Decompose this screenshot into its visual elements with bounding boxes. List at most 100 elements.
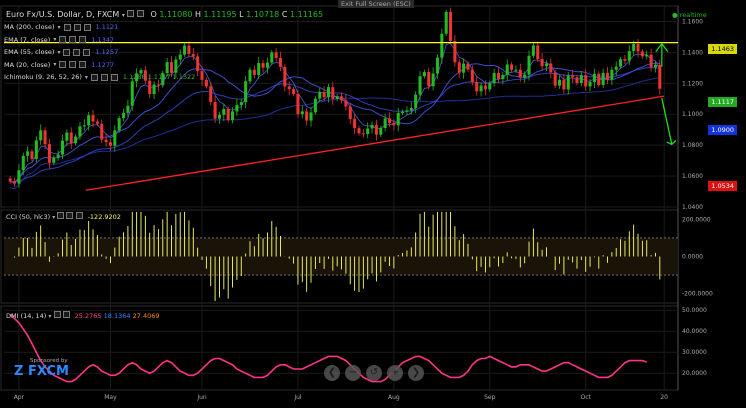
- ohlc-o-value: 1.11080: [159, 10, 193, 19]
- indicator-box-icon[interactable]: [63, 48, 71, 56]
- candle-body: [383, 118, 387, 128]
- indicator-row: EMA (55, close) ▾ 1.1257: [4, 46, 118, 58]
- candle-body: [322, 92, 326, 98]
- candle-body: [104, 139, 108, 143]
- exit-fullscreen-hint[interactable]: Exit Full Screen (ESC): [338, 0, 414, 8]
- candle-body: [52, 157, 56, 163]
- indicator-box-icon[interactable]: [90, 73, 98, 81]
- chart-stage: Apr May Jun Jul Aug Sep Oct 20 1.1600 1.1400 1.120…: [0, 0, 746, 404]
- indicator-box-icon[interactable]: [59, 61, 67, 68]
- candle-body: [95, 121, 99, 124]
- y-tick-label: 1.1000: [682, 111, 703, 118]
- indicator-box-icon[interactable]: [79, 36, 87, 43]
- indicator-menu-caret-icon[interactable]: ▾: [53, 61, 56, 68]
- y-tick-label: 1.1600: [682, 18, 703, 25]
- zoom-out-icon[interactable]: −: [345, 365, 361, 381]
- ohlc-h-value: 1.11195: [203, 10, 237, 19]
- ohlc-o-label: O: [150, 10, 157, 19]
- indicator-box-icon[interactable]: [59, 36, 67, 43]
- indicator-label: EMA (55, close): [4, 48, 55, 56]
- candle-body: [344, 100, 348, 107]
- settings-box-icon[interactable]: [127, 10, 135, 17]
- candle-body: [178, 54, 182, 60]
- candle-body: [69, 132, 73, 144]
- fxcm-logo[interactable]: Z FXCM: [14, 364, 69, 379]
- candle-body: [318, 92, 322, 99]
- realtime-label: realtime: [679, 11, 707, 19]
- candle-body: [422, 72, 426, 77]
- realtime-dot-icon: ●: [672, 11, 678, 19]
- candle-body: [87, 115, 91, 126]
- dmi-label: DMI (14, 14): [6, 312, 47, 320]
- indicator-box-icon[interactable]: [110, 73, 118, 81]
- realtime-indicator: ● realtime: [672, 11, 707, 19]
- indicator-label: MA (200, close): [4, 23, 55, 31]
- symbol-menu-caret-icon[interactable]: ▾: [122, 12, 125, 19]
- indicator-box-icon[interactable]: [83, 23, 91, 31]
- dmi-value-2: 18.1364: [103, 312, 131, 320]
- candle-body: [78, 126, 82, 137]
- scroll-left-icon[interactable]: ❮: [324, 365, 340, 381]
- dmi-y-tick-label: 20.0000: [682, 370, 707, 377]
- candle-body: [353, 118, 357, 129]
- indicator-box-icon[interactable]: [79, 61, 87, 68]
- candle-body: [523, 74, 527, 78]
- candle-body: [287, 86, 291, 90]
- dmi-hide-box-icon[interactable]: [62, 311, 70, 318]
- candle-body: [379, 127, 383, 135]
- indicator-box-icon[interactable]: [73, 48, 81, 56]
- indicator-menu-caret-icon[interactable]: ▾: [53, 36, 56, 43]
- candle-body: [544, 63, 548, 67]
- candle-body: [222, 108, 226, 115]
- candle-body: [252, 69, 256, 75]
- candle-body: [601, 72, 605, 86]
- ohlc-c-label: C: [281, 10, 288, 19]
- symbol-header: Euro Fx/U.S. Dollar, D, FXCM ▾ O 1.11080…: [6, 10, 323, 19]
- candle-body: [13, 181, 17, 184]
- cci-menu-caret-icon[interactable]: ▾: [52, 214, 55, 221]
- cci-close-box-icon[interactable]: [75, 212, 83, 219]
- reset-icon[interactable]: ↺: [366, 365, 382, 381]
- dmi-y-tick-label: 30.0000: [682, 349, 707, 356]
- dmi-y-tick-label: 40.0000: [682, 328, 707, 335]
- candle-body: [296, 93, 300, 115]
- candle-body: [361, 133, 365, 135]
- ohlc-h-label: H: [194, 10, 201, 19]
- candle-body: [453, 40, 457, 63]
- candle-body: [235, 104, 239, 112]
- candle-body: [653, 64, 657, 68]
- candle-body: [658, 64, 662, 89]
- indicator-value: 1.1277: [91, 60, 115, 69]
- symbol-title: Euro Fx/U.S. Dollar, D, FXCM: [6, 10, 120, 19]
- indicator-box-icon[interactable]: [100, 73, 108, 81]
- indicator-box-icon[interactable]: [83, 48, 91, 56]
- ohlc-l-label: L: [239, 10, 244, 19]
- ohlc-l-value: 1.10718: [246, 10, 280, 19]
- candle-body: [82, 125, 86, 127]
- indicator-menu-caret-icon[interactable]: ▾: [57, 49, 60, 56]
- candle-body: [331, 87, 335, 99]
- zoom-in-icon[interactable]: +: [387, 365, 403, 381]
- candle-body: [30, 151, 34, 159]
- candle-body: [449, 11, 453, 41]
- candle-body: [475, 82, 479, 92]
- indicator-box-icon[interactable]: [69, 36, 77, 43]
- indicator-box-icon[interactable]: [73, 23, 81, 31]
- indicator-menu-caret-icon[interactable]: ▾: [85, 74, 88, 81]
- candle-body: [387, 118, 392, 123]
- candle-body: [204, 79, 208, 87]
- cci-hide-box-icon[interactable]: [66, 212, 74, 219]
- indicator-box-icon[interactable]: [63, 23, 71, 31]
- candle-body: [305, 111, 309, 121]
- cci-settings-box-icon[interactable]: [57, 212, 65, 219]
- candle-body: [292, 89, 296, 94]
- hide-box-icon[interactable]: [136, 10, 144, 17]
- scroll-right-icon[interactable]: ❯: [408, 365, 424, 381]
- indicator-row: MA (200, close) ▾ 1.1121: [4, 21, 118, 33]
- indicator-box-icon[interactable]: [69, 61, 77, 68]
- candle-body: [340, 96, 344, 101]
- dmi-settings-box-icon[interactable]: [53, 311, 61, 318]
- dmi-menu-caret-icon[interactable]: ▾: [48, 313, 51, 320]
- indicator-menu-caret-icon[interactable]: ▾: [57, 24, 60, 31]
- candle-body: [584, 75, 588, 87]
